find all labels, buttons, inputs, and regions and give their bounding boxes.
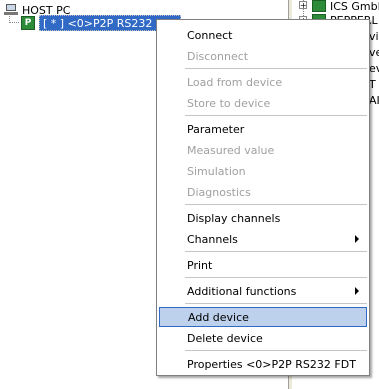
menu-separator <box>185 350 367 351</box>
catalog-fragment: AI <box>369 94 379 107</box>
menu-item-simulation[interactable]: Simulation <box>159 161 367 181</box>
computer-icon <box>4 4 18 16</box>
catalog-fragment: ev <box>369 62 379 75</box>
menu-item-channels[interactable]: Channels <box>159 229 367 249</box>
menu-separator <box>185 68 367 69</box>
submenu-arrow-icon <box>355 235 359 243</box>
context-menu: Connect Disconnect Load from device Stor… <box>156 19 370 376</box>
menu-item-additional-functions[interactable]: Additional functions <box>159 281 367 301</box>
menu-item-print[interactable]: Print <box>159 255 367 275</box>
menu-item-load-from-device[interactable]: Load from device <box>159 72 367 92</box>
menu-item-disconnect[interactable]: Disconnect <box>159 46 367 66</box>
tree-connector <box>10 22 19 24</box>
catalog-fragment: T <box>369 78 376 91</box>
menu-item-measured-value[interactable]: Measured value <box>159 140 367 160</box>
device-dtm-icon: P <box>21 16 35 30</box>
menu-item-store-to-device[interactable]: Store to device <box>159 93 367 113</box>
menu-separator <box>185 303 367 304</box>
menu-separator <box>185 115 367 116</box>
menu-separator <box>185 204 367 205</box>
menu-item-display-channels[interactable]: Display channels <box>159 208 367 228</box>
menu-item-diagnostics[interactable]: Diagnostics <box>159 182 367 202</box>
catalog-fragment: ve <box>369 46 379 59</box>
submenu-arrow-icon <box>355 287 359 295</box>
catalog-fragment: vic <box>369 30 379 43</box>
menu-item-parameter[interactable]: Parameter <box>159 119 367 139</box>
menu-item-properties[interactable]: Properties <0>P2P RS232 FDT <box>159 354 367 374</box>
menu-item-delete-device[interactable]: Delete device <box>159 328 367 348</box>
menu-item-add-device[interactable]: Add device <box>159 307 367 327</box>
vendor-icon <box>312 0 326 12</box>
menu-separator <box>185 277 367 278</box>
expand-icon[interactable]: + <box>299 1 307 10</box>
menu-separator <box>185 251 367 252</box>
catalog-item-ics[interactable]: ICS GmbH <box>330 0 379 13</box>
menu-item-connect[interactable]: Connect <box>159 25 367 45</box>
